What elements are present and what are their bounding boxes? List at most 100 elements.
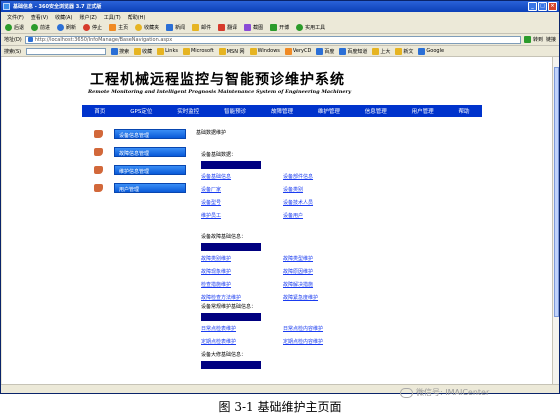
bullet-icon [94,184,103,192]
back-button[interactable]: 后退 [5,23,24,31]
nav-maintenance[interactable]: 维护管理 [318,107,340,115]
link-item[interactable]: 百度知道 [339,47,367,55]
links-label[interactable]: 链接 [546,36,556,43]
link-item[interactable]: 设备类别 [283,186,365,193]
vertical-scrollbar[interactable] [552,57,559,384]
folder-icon [218,47,226,55]
translate-button[interactable]: 翻译 [218,23,237,31]
link-item[interactable]: 故障解决措施 [283,281,365,288]
menu-file[interactable]: 文件(F) [7,14,24,21]
news-icon [166,23,174,31]
link-item[interactable]: 定期点检表维护 [201,338,283,345]
stop-button[interactable]: 停止 [83,23,102,31]
section-title: 设备大修基础信息： [201,352,247,358]
link-item[interactable]: 设备用户 [283,212,365,219]
menu-favorites[interactable]: 收藏(A) [55,14,72,21]
link-item[interactable]: 故障原因维护 [283,268,365,275]
link-item[interactable]: 故障类型维护 [283,255,365,262]
folder-icon [316,47,324,55]
link-item[interactable]: 设备技术人员 [283,199,365,206]
browser-icon [3,3,10,10]
scrollbar-thumb[interactable] [554,67,559,317]
sidebar-item-equipment[interactable]: 设备信息管理 [94,129,194,140]
sidebar: 设备信息管理 故障信息管理 维护信息管理 用户管理 [94,129,194,201]
nav-home[interactable]: 首页 [94,107,105,115]
favorites-button[interactable]: 收藏夹 [135,23,159,31]
mail-icon [192,23,200,31]
bullet-icon [94,166,103,174]
stop-icon [83,23,91,31]
mail-button[interactable]: 邮件 [192,23,211,31]
link-item[interactable]: 设备基础信息 [201,173,283,180]
home-icon [109,23,117,31]
link-item[interactable]: MSN 网 [218,47,245,55]
news-button[interactable]: 新闻 [166,23,185,31]
nav-info[interactable]: 信息管理 [365,107,387,115]
link-item[interactable]: Microsoft [182,47,214,55]
address-input[interactable]: http://localhost:3650/InfoManage/BaseNav… [24,35,521,44]
search-input[interactable] [26,47,107,55]
menu-tools[interactable]: 工具(T) [104,14,121,21]
nav-prognosis[interactable]: 智能预诊 [224,107,246,115]
search-icon [111,47,119,55]
maximize-button[interactable]: □ [538,2,547,11]
menu-account[interactable]: 账户(Z) [79,14,96,21]
folder-icon [249,47,257,55]
watermark: 微信号: IMAICenter [400,387,489,398]
link-item[interactable]: 故障现象维护 [201,268,283,275]
link-item[interactable]: VeryCD [284,47,311,55]
link-item[interactable]: 设备部件信息 [283,173,365,180]
sidebar-item-maintenance[interactable]: 维护信息管理 [94,165,194,176]
link-item[interactable]: 检查措施维护 [201,281,283,288]
nav-users[interactable]: 用户管理 [412,107,434,115]
utilities-button[interactable]: 实用工具 [296,23,325,31]
routine-section: 设备常规维护基础信息： [201,303,261,321]
link-item[interactable]: 故障类别维护 [201,255,283,262]
link-item[interactable]: 设备厂家 [201,186,283,193]
address-label: 地址(D) [4,37,22,43]
link-item[interactable]: 日常点检表维护 [201,325,283,332]
home-button[interactable]: 主页 [109,23,128,31]
link-item[interactable]: 日常点检内容维护 [283,325,365,332]
blog-button[interactable]: 开博 [270,23,289,31]
address-bar: 地址(D) http://localhost:3650/InfoManage/B… [1,34,559,46]
refresh-icon [57,23,65,31]
sidebar-item-fault[interactable]: 故障信息管理 [94,147,194,158]
link-item[interactable]: Windows [249,47,280,55]
close-button[interactable]: × [548,2,557,11]
menu-help[interactable]: 帮助(H) [128,14,146,21]
nav-gps[interactable]: GPS定位 [130,107,152,115]
forward-arrow-icon [31,23,39,31]
plus-icon [296,23,304,31]
page-viewport: 工程机械远程监控与智能预诊维护系统 Remote Monitoring and … [2,57,552,384]
link-item[interactable]: 上大 [372,47,390,55]
link-item[interactable]: 定期点检内容维护 [283,338,365,345]
title-bar: 基础信息 - 360安全浏览器 3.7 正式版 _ □ × [1,1,559,12]
search-button[interactable]: 搜索 [111,47,129,55]
fault-section: 设备故障基础信息： [201,233,261,251]
screenshot-button[interactable]: 截图 [244,23,263,31]
minimize-button[interactable]: _ [528,2,537,11]
link-item[interactable]: 新文 [395,47,413,55]
nav-monitor[interactable]: 实时监控 [177,107,199,115]
blog-icon [270,23,278,31]
sidebar-item-users[interactable]: 用户管理 [94,183,194,194]
nav-help[interactable]: 帮助 [458,107,469,115]
section-bar [201,313,261,321]
link-item[interactable]: Links [157,47,178,55]
section-bar [201,243,261,251]
star-icon [135,23,143,31]
link-item[interactable]: 设备型号 [201,199,283,206]
go-button[interactable]: 转到 [523,36,543,43]
forward-button[interactable]: 前进 [31,23,50,31]
folder-icon [395,47,403,55]
menu-view[interactable]: 查看(V) [31,14,48,21]
link-item[interactable]: 百度 [316,47,334,55]
link-item[interactable]: 维护员工 [201,212,283,219]
link-item[interactable]: 故障紧急度维护 [283,294,365,301]
link-item[interactable]: Google [418,47,444,55]
nav-fault[interactable]: 故障管理 [271,107,293,115]
link-item[interactable]: 收藏 [134,47,152,55]
link-item[interactable]: 故障检查方法维护 [201,294,283,301]
refresh-button[interactable]: 刷新 [57,23,76,31]
